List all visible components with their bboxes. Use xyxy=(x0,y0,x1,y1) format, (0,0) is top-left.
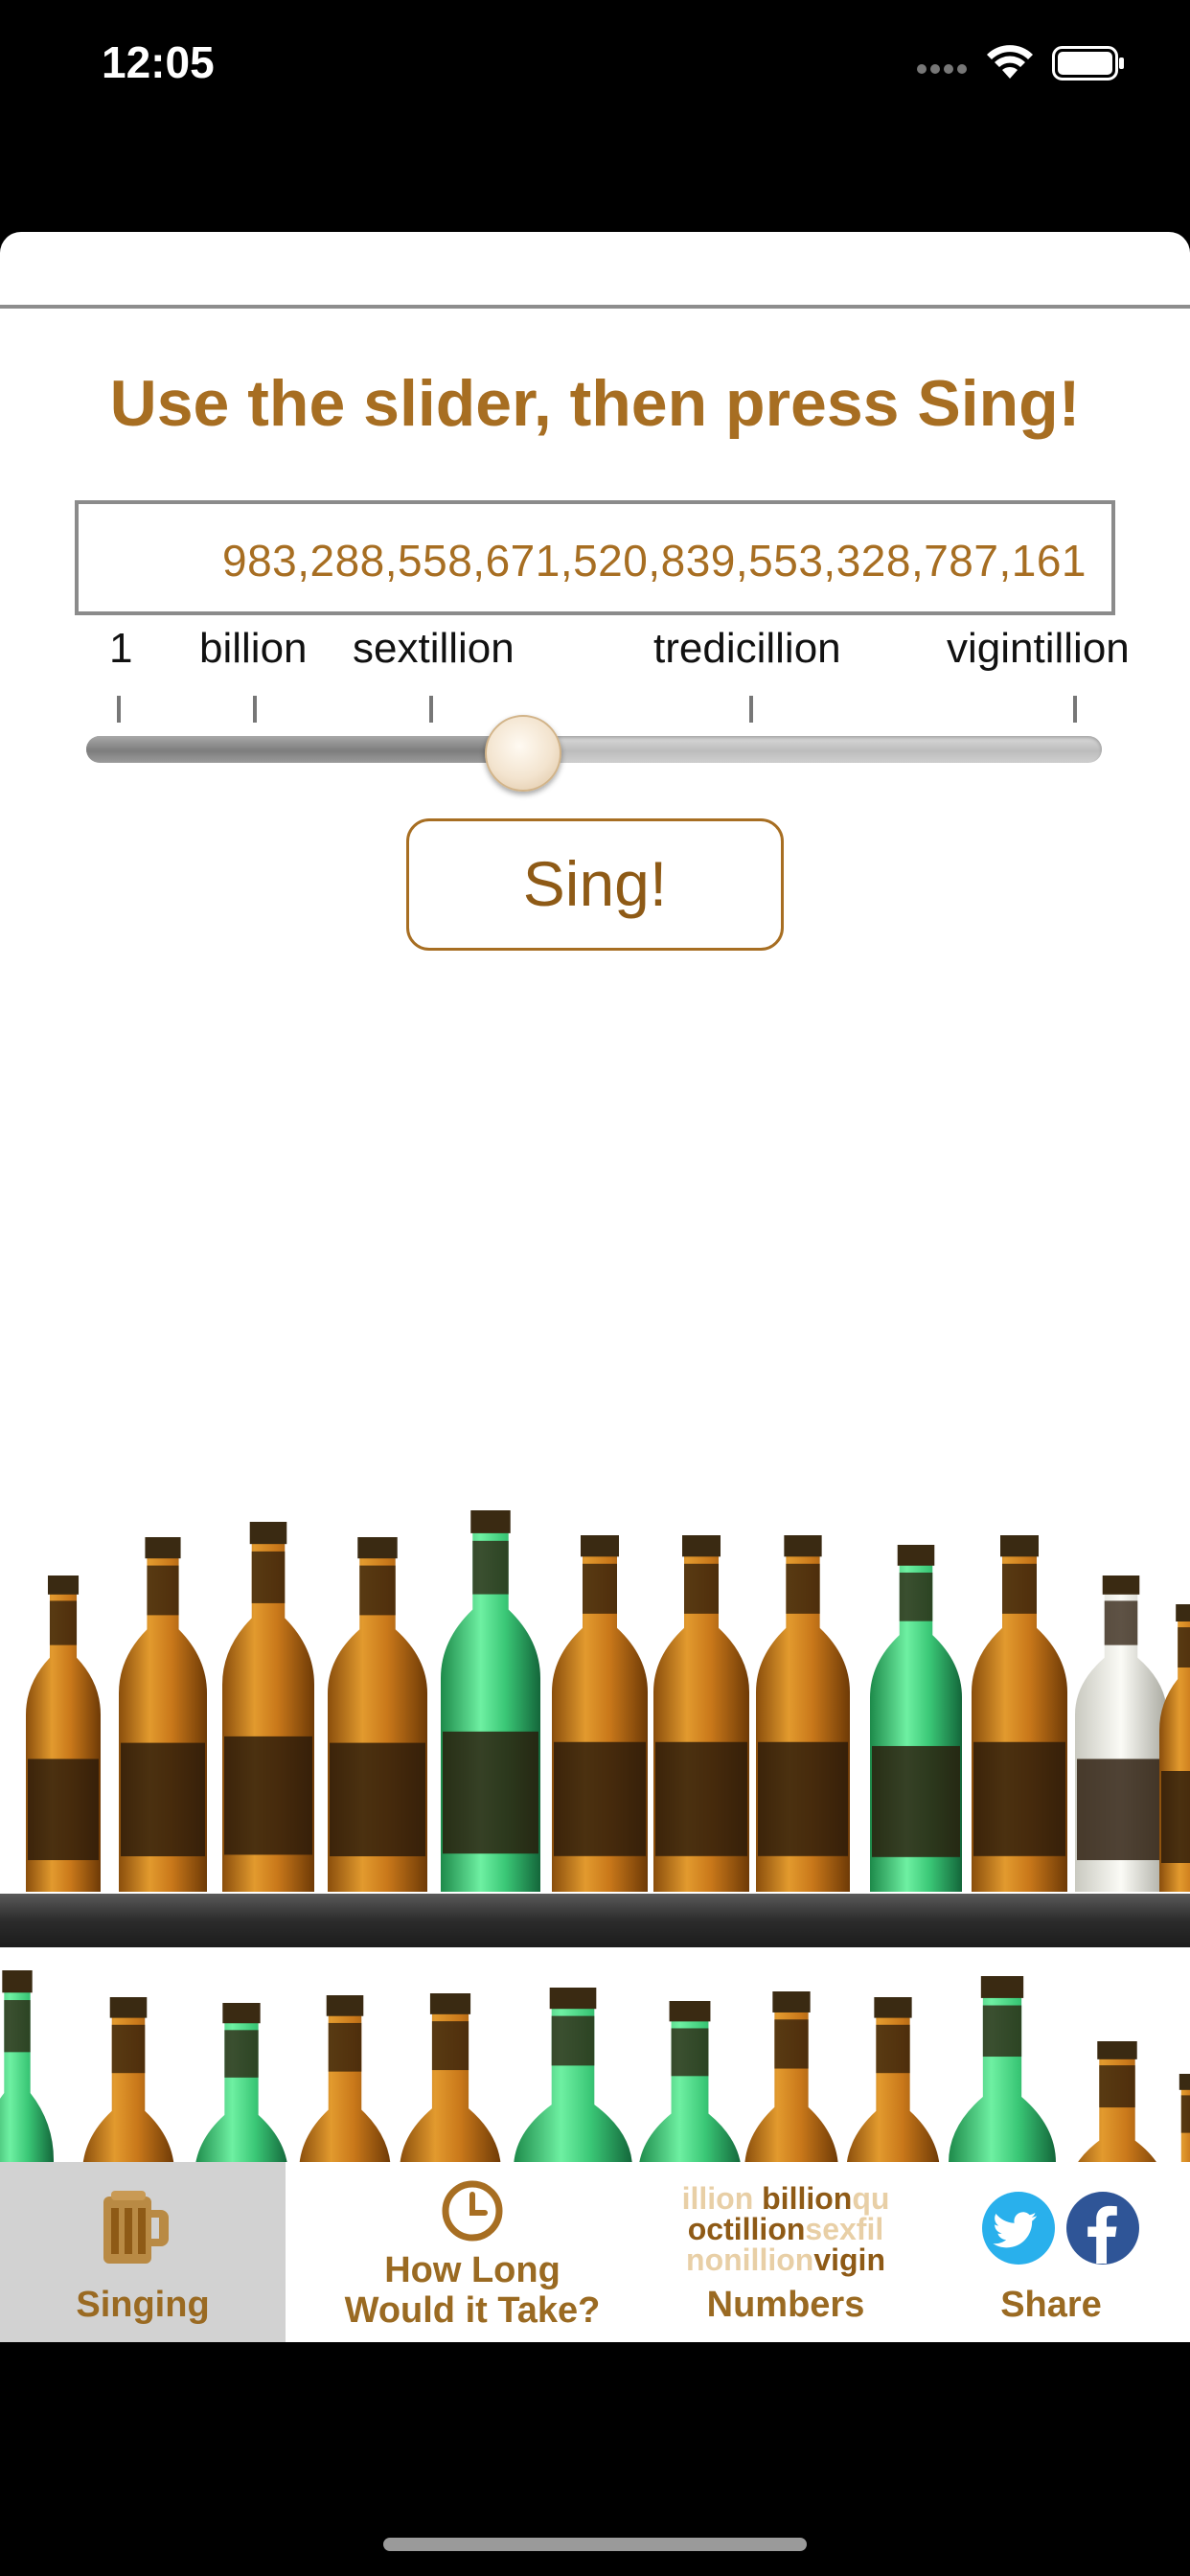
facebook-icon xyxy=(1066,2192,1139,2265)
bottle-neck-label xyxy=(551,2015,595,2066)
tab-singing[interactable]: Singing xyxy=(0,2162,286,2342)
tab-bar: Singing How Long Would it Take? illion b… xyxy=(0,2162,1190,2342)
bottle-cap xyxy=(784,1535,822,1557)
bottle-neck-label xyxy=(899,1572,933,1622)
bottle-neck-label xyxy=(982,2005,1022,2058)
bottle-label xyxy=(224,1736,312,1855)
bottle-cap xyxy=(2,1970,33,1993)
sing-button[interactable]: Sing! xyxy=(406,818,784,951)
bottle-neck-label xyxy=(49,1600,78,1645)
bottle-neck-label xyxy=(671,2028,709,2077)
tab-share[interactable]: Share xyxy=(912,2162,1190,2342)
bottle-cap xyxy=(47,1576,80,1595)
bottle-neck-label xyxy=(328,2022,362,2072)
bottle-label xyxy=(758,1741,848,1856)
bottle-cap xyxy=(772,1991,811,2012)
bottle-label xyxy=(330,1742,425,1856)
bottle-cap xyxy=(980,1976,1024,1998)
bottle-neck-label xyxy=(224,2030,259,2078)
status-time: 12:05 xyxy=(102,37,215,87)
bottle-cap xyxy=(1000,1535,1039,1557)
clock-icon xyxy=(442,2180,503,2242)
bottle-neck-label xyxy=(4,2000,31,2053)
bottle-cap xyxy=(470,1510,511,1533)
bottle-neck-label xyxy=(684,1563,719,1614)
tick-label-sextillion: sextillion xyxy=(353,625,515,672)
bottle-neck-label xyxy=(1180,2095,1190,2133)
bottle-neck-label xyxy=(147,1565,179,1616)
bottle-label xyxy=(554,1741,646,1856)
bottle-label xyxy=(973,1741,1065,1856)
bottle-cap xyxy=(109,1997,148,2018)
tab-singing-label: Singing xyxy=(76,2285,210,2325)
bottle-neck-label xyxy=(583,1563,617,1614)
slider-thumb[interactable] xyxy=(485,715,561,792)
bottle-cap xyxy=(581,1535,619,1557)
bottle-cap xyxy=(897,1545,935,1566)
bottle-cap xyxy=(357,1537,398,1559)
status-bar: 12:05 xyxy=(0,0,1190,134)
tick-label-1: 1 xyxy=(109,625,133,672)
bottle-neck-label xyxy=(774,2019,809,2069)
bottle-label xyxy=(872,1745,960,1857)
bottle-cap xyxy=(1097,2041,1137,2059)
tick-label-tredicillion: tredicillion xyxy=(653,625,841,672)
twitter-icon xyxy=(982,2192,1055,2265)
bottle-neck-label xyxy=(111,2024,146,2074)
magnitude-slider[interactable] xyxy=(86,715,1102,792)
bottle-neck-label xyxy=(786,1563,820,1614)
bottle-cap xyxy=(429,1993,471,2014)
bottle-cap xyxy=(249,1522,287,1545)
bottle-cap xyxy=(1176,1604,1190,1622)
bottle-label xyxy=(28,1759,99,1860)
wifi-icon xyxy=(987,45,1033,79)
bottle-label xyxy=(443,1731,538,1854)
bottle-label xyxy=(1161,1771,1190,1863)
beer-mug-icon xyxy=(103,2191,169,2264)
bottle-neck-label xyxy=(1099,2065,1135,2108)
bottle-cap xyxy=(874,1997,912,2018)
number-display-field: 983,288,558,671,520,839,553,328,787,161 xyxy=(75,500,1115,615)
tab-numbers-label: Numbers xyxy=(706,2285,865,2325)
bottle-neck-label xyxy=(876,2024,910,2074)
bottle-cap xyxy=(669,2001,711,2022)
bottle-label xyxy=(1077,1759,1165,1860)
battery-icon xyxy=(1052,46,1124,80)
number-value: 983,288,558,671,520,839,553,328,787,161 xyxy=(221,536,1087,586)
bottle-cap xyxy=(222,2003,261,2024)
cellular-signal-icon xyxy=(917,64,967,74)
bottle-cap xyxy=(549,1988,597,2010)
divider xyxy=(0,305,1190,309)
tick-label-vigintillion: vigintillion xyxy=(947,625,1130,672)
home-indicator xyxy=(383,2538,807,2551)
tab-how-long[interactable]: How Long Would it Take? xyxy=(286,2162,659,2342)
main-sheet: Use the slider, then press Sing! 983,288… xyxy=(0,232,1190,2340)
bottle-label xyxy=(655,1741,747,1856)
page-title: Use the slider, then press Sing! xyxy=(109,367,1081,440)
bottle-neck-label xyxy=(1002,1563,1037,1614)
bottle-neck-label xyxy=(472,1540,509,1595)
slider-fill xyxy=(86,736,523,763)
tab-numbers[interactable]: illion billionqu octillionsexfil nonilli… xyxy=(659,2162,912,2342)
tab-share-label: Share xyxy=(1000,2285,1102,2325)
bottle-neck-label xyxy=(359,1565,396,1616)
bottle-cap xyxy=(145,1537,181,1559)
bottle-cap xyxy=(1102,1576,1140,1595)
bottle-cap xyxy=(682,1535,721,1557)
bottle-cap xyxy=(326,1995,364,2016)
tab-how-long-label-2: Would it Take? xyxy=(344,2290,601,2331)
numbers-word-cloud-icon: illion billionqu octillionsexfil nonilli… xyxy=(681,2181,890,2277)
tab-how-long-label-1: How Long xyxy=(384,2250,561,2290)
bottle-neck-label xyxy=(1104,1600,1138,1645)
bottle-neck-label xyxy=(251,1551,286,1603)
bottle-neck-label xyxy=(431,2021,469,2071)
bottle-label xyxy=(121,1742,205,1856)
bottle-cap xyxy=(1179,2074,1190,2090)
bottle-neck-label xyxy=(1178,1627,1190,1668)
tick-label-billion: billion xyxy=(199,625,308,672)
